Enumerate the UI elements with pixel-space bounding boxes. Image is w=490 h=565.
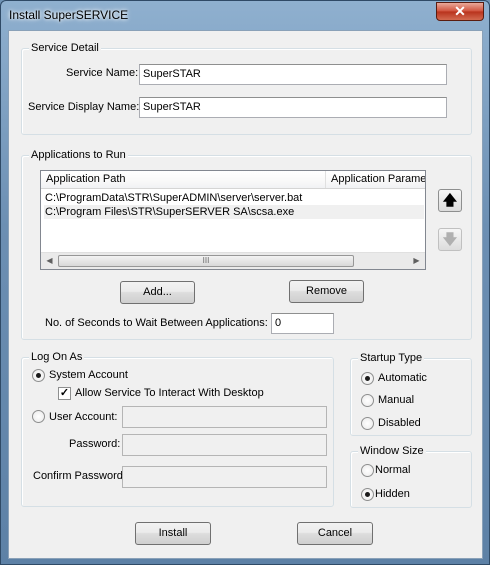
password-input[interactable] xyxy=(122,434,327,456)
add-application-button[interactable]: Add... xyxy=(120,281,195,304)
checkmark-icon: ✓ xyxy=(59,387,70,399)
window-normal-label[interactable]: Normal xyxy=(375,464,410,477)
user-account-input[interactable] xyxy=(122,406,327,428)
column-application-parameters[interactable]: Application Parame xyxy=(326,171,425,188)
wait-seconds-label: No. of Seconds to Wait Between Applicati… xyxy=(45,317,268,329)
move-up-button[interactable]: 🡅 xyxy=(438,189,462,212)
service-detail-label: Service Detail xyxy=(29,42,101,55)
system-account-label[interactable]: System Account xyxy=(49,369,128,382)
interact-desktop-checkbox[interactable]: ✓ xyxy=(58,387,71,400)
startup-manual-label[interactable]: Manual xyxy=(378,394,414,407)
window-size-group: Window Size Normal Hidden xyxy=(350,445,472,508)
service-detail-group: Service Detail Service Name: SuperSTAR S… xyxy=(21,42,472,135)
service-name-input[interactable]: SuperSTAR xyxy=(139,64,447,85)
startup-automatic-radio[interactable] xyxy=(361,372,374,385)
startup-disabled-label[interactable]: Disabled xyxy=(378,417,421,430)
startup-type-group: Startup Type Automatic Manual Disabled xyxy=(350,352,472,436)
confirm-password-label: Confirm Password: xyxy=(33,470,126,482)
cancel-button[interactable]: Cancel xyxy=(297,522,373,545)
user-account-label[interactable]: User Account: xyxy=(49,411,117,424)
remove-application-button[interactable]: Remove xyxy=(289,280,364,303)
startup-manual-radio[interactable] xyxy=(361,394,374,407)
scroll-right-icon[interactable]: ▶ xyxy=(408,253,425,269)
display-name-input[interactable]: SuperSTAR xyxy=(139,97,447,118)
title-bar[interactable]: Install SuperSERVICE ✕ xyxy=(1,1,489,29)
list-item[interactable]: C:\Program Files\STR\SuperSERVER SA\scsa… xyxy=(44,205,424,219)
list-item[interactable]: C:\ProgramData\STR\SuperADMIN\server\ser… xyxy=(44,191,302,205)
arrow-up-icon: 🡅 xyxy=(442,192,458,208)
install-dialog: Install SuperSERVICE ✕ Service Detail Se… xyxy=(0,0,490,565)
password-label: Password: xyxy=(69,438,121,450)
window-hidden-label[interactable]: Hidden xyxy=(375,488,410,501)
applications-group: Applications to Run Application Path App… xyxy=(21,149,472,340)
close-button[interactable]: ✕ xyxy=(436,2,484,21)
user-account-radio[interactable] xyxy=(32,410,45,423)
startup-disabled-radio[interactable] xyxy=(361,417,374,430)
interact-desktop-label[interactable]: Allow Service To Interact With Desktop xyxy=(75,387,264,400)
scroll-left-icon[interactable]: ◀ xyxy=(41,253,58,269)
window-hidden-radio[interactable] xyxy=(361,488,374,501)
applications-label: Applications to Run xyxy=(29,149,128,162)
horizontal-scrollbar[interactable]: ◀ III ▶ xyxy=(41,252,425,269)
logon-group: Log On As System Account ✓ Allow Service… xyxy=(21,351,334,507)
dialog-body: Service Detail Service Name: SuperSTAR S… xyxy=(8,30,483,559)
wait-seconds-input[interactable]: 0 xyxy=(271,313,334,334)
list-header: Application Path Application Parame xyxy=(41,171,425,189)
startup-type-label: Startup Type xyxy=(358,352,425,365)
service-name-label: Service Name: xyxy=(66,67,139,79)
window-size-label: Window Size xyxy=(358,445,426,458)
scroll-thumb[interactable]: III xyxy=(58,255,354,267)
logon-label: Log On As xyxy=(29,351,85,364)
applications-list[interactable]: Application Path Application Parame C:\P… xyxy=(40,170,426,270)
close-icon: ✕ xyxy=(454,3,466,19)
display-name-label: Service Display Name: xyxy=(28,101,140,113)
move-down-button[interactable]: 🡇 xyxy=(438,228,462,251)
arrow-down-icon: 🡇 xyxy=(442,231,458,247)
window-title: Install SuperSERVICE xyxy=(9,8,129,22)
install-button[interactable]: Install xyxy=(135,522,211,545)
startup-automatic-label[interactable]: Automatic xyxy=(378,372,427,385)
system-account-radio[interactable] xyxy=(32,369,45,382)
window-normal-radio[interactable] xyxy=(361,464,374,477)
column-application-path[interactable]: Application Path xyxy=(41,171,326,188)
confirm-password-input[interactable] xyxy=(122,466,327,488)
